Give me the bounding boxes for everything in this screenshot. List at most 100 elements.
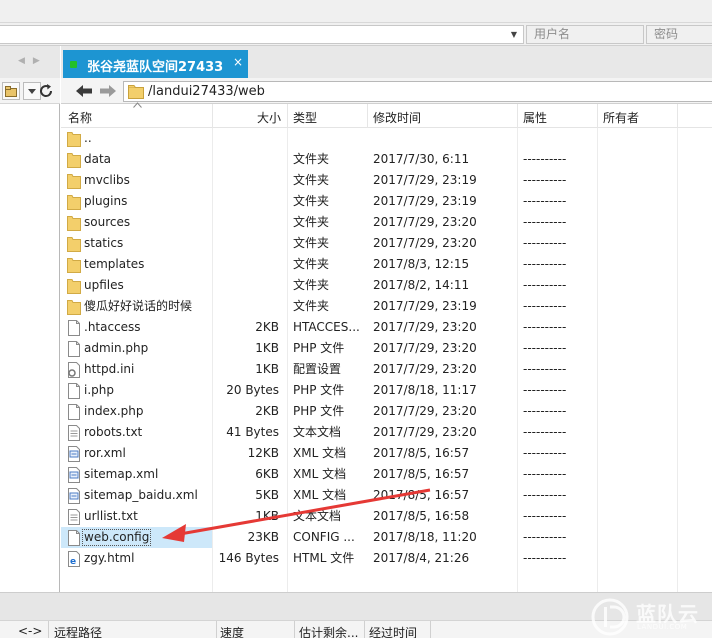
file-size: 5KB (255, 488, 279, 502)
file-attributes: ---------- (523, 152, 567, 166)
session-tab-title: 张谷尧蓝队空间27433 (87, 60, 224, 75)
column-divider[interactable] (212, 104, 213, 128)
table-row[interactable]: data 文件夹 2017/7/30, 6:11 ---------- (61, 149, 712, 170)
table-row-selected[interactable]: web.config 23KB CONFIG ... 2017/8/18, 11:20… (61, 527, 712, 548)
column-header-size[interactable]: 大小 (257, 109, 281, 126)
file-mtime: 2017/7/29, 23:20 (373, 236, 477, 250)
column-divider[interactable] (517, 104, 518, 128)
session-tab[interactable]: 张谷尧蓝队空间27433 × (63, 50, 248, 78)
username-field[interactable]: 用户名 (526, 25, 644, 44)
file-mtime: 2017/8/5, 16:57 (373, 467, 470, 481)
sort-ascending-icon (133, 102, 142, 108)
table-row[interactable]: plugins 文件夹 2017/7/29, 23:19 ---------- (61, 191, 712, 212)
column-divider[interactable] (287, 104, 288, 128)
column-divider[interactable] (364, 621, 365, 638)
file-attributes: ---------- (523, 278, 567, 292)
transfer-col-direction[interactable]: <-> (18, 624, 42, 638)
file-type: 文件夹 (293, 173, 330, 187)
table-row[interactable]: urllist.txt 1KB 文本文档 2017/8/5, 16:58 -------… (61, 506, 712, 527)
transfer-col-remote[interactable]: 远程路径 (54, 624, 102, 638)
file-size: 1KB (255, 341, 279, 355)
transfer-col-speed[interactable]: 速度 (220, 624, 244, 638)
transfer-col-remaining[interactable]: 估计剩余... (299, 624, 358, 638)
xml-file-icon (68, 446, 80, 462)
column-header-owner[interactable]: 所有者 (603, 109, 639, 126)
xml-file-icon (68, 488, 80, 504)
file-icon (68, 341, 80, 357)
settings-file-icon (68, 362, 80, 378)
table-row[interactable]: ror.xml 12KB XML 文档 2017/8/5, 16:57 --------… (61, 443, 712, 464)
file-mtime: 2017/8/18, 11:20 (373, 530, 477, 544)
file-attributes: ---------- (523, 236, 567, 250)
table-row[interactable]: sources 文件夹 2017/7/29, 23:20 ---------- (61, 212, 712, 233)
column-header-type[interactable]: 类型 (293, 109, 317, 126)
file-attributes: ---------- (523, 194, 567, 208)
table-row[interactable]: statics 文件夹 2017/7/29, 23:20 ---------- (61, 233, 712, 254)
folder-icon (67, 174, 81, 189)
table-row[interactable]: sitemap_baidu.xml 5KB XML 文档 2017/8/5, 16:5… (61, 485, 712, 506)
local-refresh-button[interactable] (37, 82, 55, 100)
file-mtime: 2017/7/29, 23:20 (373, 215, 477, 229)
file-type: 文件夹 (293, 257, 330, 271)
column-divider[interactable] (367, 104, 368, 128)
file-size: 41 Bytes (226, 425, 279, 439)
close-tab-icon[interactable]: × (233, 55, 243, 69)
table-row[interactable]: templates 文件夹 2017/8/3, 12:15 ---------- (61, 254, 712, 275)
host-field[interactable] (0, 25, 524, 44)
folder-icon (67, 153, 81, 168)
table-row[interactable]: sitemap.xml 6KB XML 文档 2017/8/5, 16:57 -----… (61, 464, 712, 485)
file-name: sitemap.xml (84, 467, 159, 481)
table-row[interactable]: robots.txt 41 Bytes 文本文档 2017/7/29, 23:20 --… (61, 422, 712, 443)
column-divider[interactable] (48, 621, 49, 638)
file-name: upfiles (84, 278, 124, 292)
file-type: PHP 文件 (293, 383, 345, 397)
table-row[interactable]: e zgy.html 146 Bytes HTML 文件 2017/8/4, 21:26… (61, 548, 712, 569)
file-icon (68, 404, 80, 420)
local-folder-button[interactable] (2, 82, 20, 100)
text-file-icon (68, 509, 80, 525)
html-file-icon: e (68, 551, 80, 567)
column-divider[interactable] (677, 104, 678, 128)
file-mtime: 2017/7/29, 23:20 (373, 425, 477, 439)
transfer-col-elapsed[interactable]: 经过时间 (369, 624, 417, 638)
file-type: 文件夹 (293, 215, 330, 229)
file-type: PHP 文件 (293, 341, 345, 355)
file-attributes: ---------- (523, 446, 567, 460)
forward-button[interactable] (97, 81, 119, 101)
file-type: XML 文档 (293, 446, 347, 460)
back-button[interactable] (73, 81, 95, 101)
file-mtime: 2017/7/29, 23:19 (373, 299, 477, 313)
column-header-attr[interactable]: 属性 (523, 109, 547, 126)
column-header-mtime[interactable]: 修改时间 (373, 109, 421, 126)
file-mtime: 2017/7/29, 23:20 (373, 320, 477, 334)
table-row[interactable]: .htaccess 2KB HTACCES... 2017/7/29, 23:20 --… (61, 317, 712, 338)
column-divider[interactable] (294, 621, 295, 638)
remote-path-bar: /landui27433/web (61, 78, 712, 104)
host-dropdown-icon[interactable]: ▼ (505, 26, 523, 43)
table-row[interactable]: admin.php 1KB PHP 文件 2017/7/29, 23:20 ------… (61, 338, 712, 359)
column-divider[interactable] (216, 621, 217, 638)
chevron-down-icon (28, 88, 36, 94)
login-bar: ▼ 用户名 密码 (0, 22, 712, 46)
file-name: data (84, 152, 112, 166)
table-row[interactable]: mvclibs 文件夹 2017/7/29, 23:19 ---------- (61, 170, 712, 191)
file-mtime: 2017/8/5, 16:57 (373, 446, 470, 460)
table-row[interactable]: i.php 20 Bytes PHP 文件 2017/8/18, 11:17 -----… (61, 380, 712, 401)
table-row[interactable]: index.php 2KB PHP 文件 2017/7/29, 23:20 ------… (61, 401, 712, 422)
column-header-name[interactable]: 名称 (68, 109, 92, 126)
password-field[interactable]: 密码 (646, 25, 712, 44)
column-divider[interactable] (430, 621, 431, 638)
table-row[interactable]: .. (61, 128, 712, 149)
file-mtime: 2017/7/29, 23:20 (373, 404, 477, 418)
table-row[interactable]: upfiles 文件夹 2017/8/2, 14:11 ---------- (61, 275, 712, 296)
file-type: 文本文档 (293, 509, 342, 523)
file-name: i.php (84, 383, 114, 397)
path-input[interactable]: /landui27433/web (123, 81, 712, 102)
tab-scroll-arrows-icon[interactable]: ◀▶ (18, 56, 48, 66)
folder-icon (67, 132, 81, 147)
column-divider[interactable] (597, 104, 598, 128)
table-row[interactable]: 傻瓜好好说话的时候 文件夹 2017/7/29, 23:19 ---------- (61, 296, 712, 317)
table-row[interactable]: httpd.ini 1KB 配置设置 2017/7/29, 23:20 --------… (61, 359, 712, 380)
file-type: 文件夹 (293, 299, 330, 313)
file-type: XML 文档 (293, 488, 347, 502)
